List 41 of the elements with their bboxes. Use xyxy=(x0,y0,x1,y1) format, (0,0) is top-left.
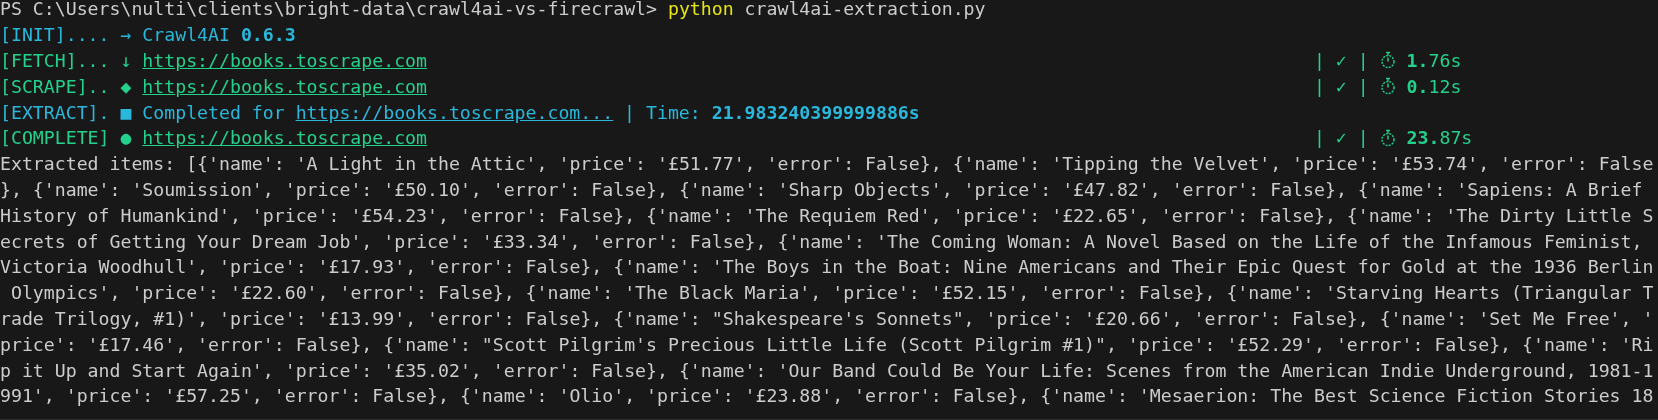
status-check: | ✓ | xyxy=(1313,50,1369,71)
elapsed-time: 0.12s xyxy=(1406,75,1462,97)
output-line: Victoria Woodhull', 'price': '£17.93', 'error': False}, {'name': 'The Boys in the Boat: Nine Americans and Their Epic Quest for Gold at the 1936 Berlin xyxy=(0,256,1654,278)
log-symbol: → xyxy=(120,24,132,46)
url-link[interactable]: https://books.toscrape.com... xyxy=(295,101,614,123)
elapsed-time: 23.87s xyxy=(1406,127,1473,149)
log-symbol: ● xyxy=(120,127,132,149)
log-message: | Time: xyxy=(624,101,701,123)
log-message: Crawl4AI xyxy=(142,24,230,46)
log-tag: [INIT].... xyxy=(0,24,110,46)
output-line: History of Humankind', 'price': '£54.23', 'error': False}, {'name': 'The Requiem Red', 'price': '£22.65', 'error': False}, {'name': 'The Dirty Little S xyxy=(0,204,1654,226)
status-check: | ✓ | xyxy=(1313,127,1369,149)
log-value: 21.983240399999886s xyxy=(711,101,920,123)
log-symbol: ◆ xyxy=(120,75,132,97)
stopwatch-icon xyxy=(1379,51,1396,70)
command-text: python xyxy=(667,0,734,20)
status-check: | ✓ | xyxy=(1313,75,1369,97)
elapsed-time: 1.76s xyxy=(1406,50,1462,71)
url-link[interactable]: https://books.toscrape.com xyxy=(142,127,428,149)
log-message: Completed for xyxy=(142,101,285,123)
output-line: Extracted items: [{'name': 'A Light in the Attic', 'price': '£51.77', 'error': False}, {'name': 'Tipping the Velvet', 'price': '£53.74', 'error': False xyxy=(0,153,1654,175)
output-line: ecrets of Getting Your Dream Job', 'price': '£33.34', 'error': False}, {'name': 'The Coming Woman: A Novel Based on the Life of the Infamous Feminist, xyxy=(0,230,1643,252)
prompt-path: PS C:\Users\nulti\clients\bright-data\crawl4ai-vs-firecrawl> xyxy=(0,0,657,20)
stopwatch-icon xyxy=(1379,128,1396,147)
output-line: 991', 'price': '£57.25', 'error': False}, {'name': 'Olio', 'price': '£23.88', 'error': False}, {'name': 'Mesaerion: The Best Science Fiction Stories 18 xyxy=(0,385,1654,407)
stopwatch-icon xyxy=(1379,77,1396,96)
output-line: p it Up and Start Again', 'price': '£35.02', 'error': False}, {'name': 'Our Band Could Be Your Life: Scenes from the American Indie Underground, 1981-1 xyxy=(0,359,1654,381)
log-tag: [EXTRACT]. xyxy=(0,101,110,123)
output-line: price': '£17.46', 'error': False}, {'name': "Scott Pilgrim's Precious Little Life (Scott Pilgrim #1)", 'price': '£52.29', 'error': False}, {'name': 'Ri xyxy=(0,333,1654,355)
output-line: rade Trilogy, #1)', 'price': '£13.99', 'error': False}, {'name': "Shakespeare's Sonnets", 'price': '£20.66', 'error': False}, {'name': 'Set Me Free', ' xyxy=(0,307,1654,329)
log-symbol: ↓ xyxy=(120,50,132,71)
log-tag: [FETCH]... xyxy=(0,50,110,71)
output-line: Olympics', 'price': '£22.60', 'error': False}, {'name': 'The Black Maria', 'price': '£52.15', 'error': False}, {'name': 'Starving Hearts (Triangular T xyxy=(9,282,1654,304)
command-argument: crawl4ai-extraction.py xyxy=(744,0,986,20)
log-symbol: ■ xyxy=(120,101,132,123)
log-tag: [SCRAPE].. xyxy=(0,75,110,97)
url-link[interactable]: https://books.toscrape.com xyxy=(142,75,428,97)
output-line: }, {'name': 'Soumission', 'price': '£50.10', 'error': False}, {'name': 'Sharp Objects', 'price': '£47.82', 'error': False}, {'name': 'Sapiens: A Brief xyxy=(0,178,1643,200)
url-link[interactable]: https://books.toscrape.com xyxy=(142,50,428,71)
log-tag: [COMPLETE] xyxy=(0,127,110,149)
log-value: 0.6.3 xyxy=(240,24,296,46)
